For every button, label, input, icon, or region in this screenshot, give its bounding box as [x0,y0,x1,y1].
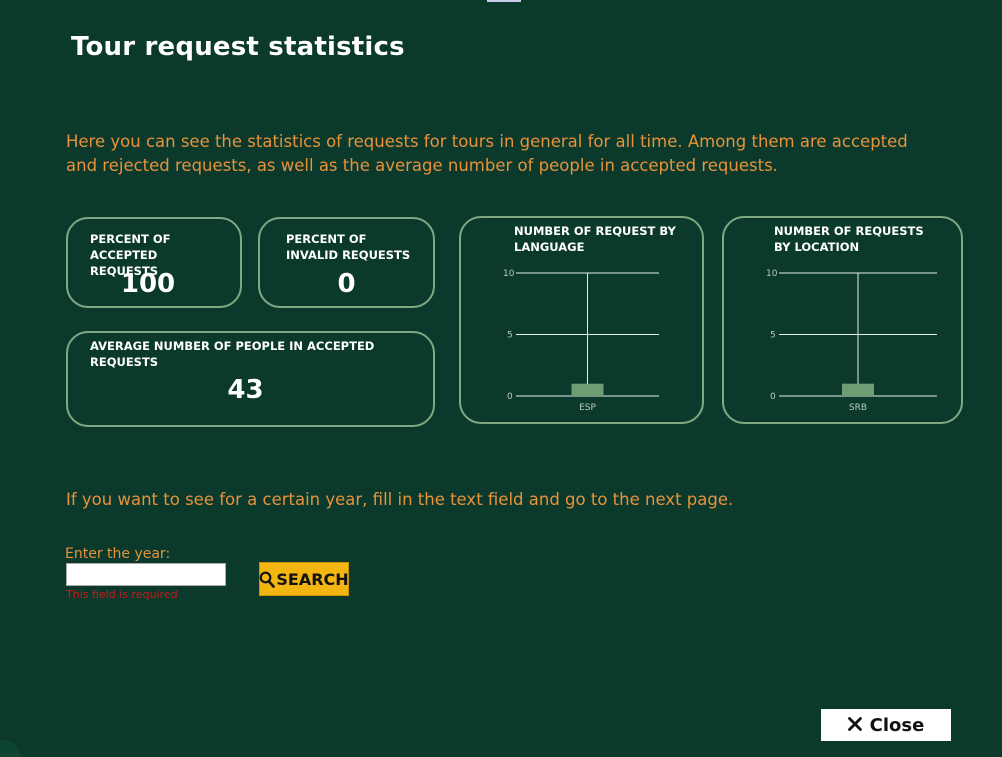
language-chart-card: NUMBER OF REQUEST BY LANGUAGE 0 5 10 ESP [459,216,704,424]
close-button[interactable]: Close [821,709,951,741]
year-field-error: This field is required [66,588,178,601]
year-helper-text: If you want to see for a certain year, f… [66,490,734,509]
location-chart-card: NUMBER OF REQUESTS BY LOCATION 0 5 10 SRB [722,216,963,424]
y-tick-label: 10 [503,269,515,279]
search-button[interactable]: SEARCH [259,562,349,596]
y-tick-label: 0 [770,392,776,402]
y-tick-label: 0 [507,392,513,402]
accepted-percent-card: PERCENT OF ACCEPTED REQUESTS 100 [66,217,242,308]
average-people-card: AVERAGE NUMBER OF PEOPLE IN ACCEPTED REQ… [66,331,435,427]
language-chart: 0 5 10 ESP [503,269,659,413]
invalid-percent-label: PERCENT OF INVALID REQUESTS [286,232,411,262]
search-icon [259,571,276,588]
search-button-label: SEARCH [276,569,349,589]
window-corner [0,740,20,757]
y-tick-label: 5 [507,331,513,341]
x-tick-label: SRB [849,403,867,413]
location-chart: 0 5 10 SRB [766,269,937,413]
accepted-percent-value: 100 [120,269,176,299]
y-tick-label: 5 [770,331,776,341]
average-people-label: AVERAGE NUMBER OF PEOPLE IN ACCEPTED REQ… [90,339,375,369]
x-tick-label: ESP [579,403,596,413]
year-field-label: Enter the year: [65,546,171,562]
average-people-value: 43 [227,375,264,405]
bar [571,383,604,396]
close-button-label: Close [869,714,925,736]
close-icon [847,715,862,736]
page-title: Tour request statistics [71,32,405,62]
invalid-percent-card: PERCENT OF INVALID REQUESTS 0 [258,217,435,308]
year-input[interactable] [66,563,226,586]
top-edge-marker [487,0,521,2]
invalid-percent-value: 0 [337,269,356,299]
intro-text: Here you can see the statistics of reque… [66,132,908,175]
y-tick-label: 10 [766,269,778,279]
bar [842,383,874,396]
